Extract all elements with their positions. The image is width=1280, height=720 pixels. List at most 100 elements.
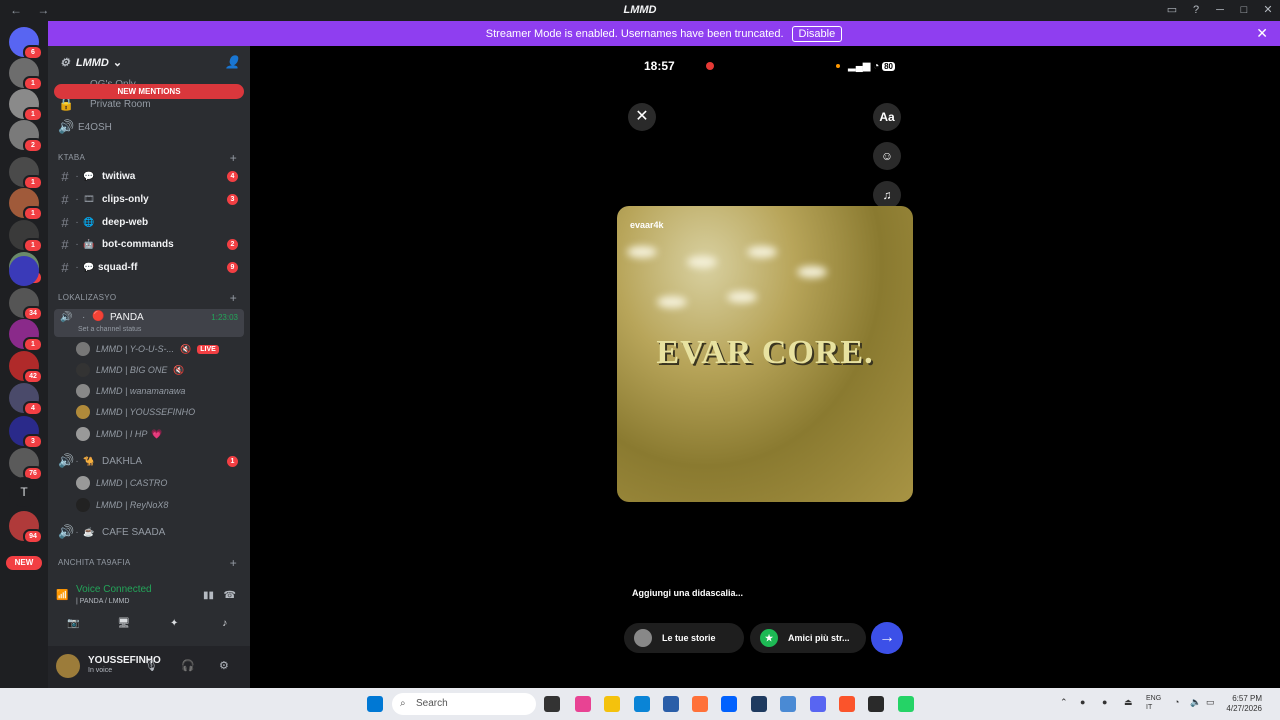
server-settings-icon: ⚙ [60, 57, 70, 69]
close-icon[interactable]: ✕ [628, 103, 656, 131]
send-arrow-button[interactable]: → [871, 622, 903, 654]
caption-input[interactable]: Aggiungi una didascalia... [632, 588, 743, 598]
app-icon[interactable] [751, 696, 767, 712]
server-icon[interactable]: 1 [9, 220, 43, 253]
voice-location[interactable]: | PANDA / LMMD [76, 598, 129, 605]
tray-app-icon[interactable]: ● [1102, 697, 1107, 707]
channel-deep-web[interactable]: # · 🌐 deep-web [54, 212, 244, 232]
voice-member[interactable]: LMMD | I HP 💗 [76, 424, 244, 444]
activities-icon[interactable]: ✦ [154, 614, 195, 634]
category-ktaba[interactable]: KTABA + [58, 151, 243, 165]
edge-icon[interactable] [634, 696, 650, 712]
server-icon[interactable]: 34 [9, 288, 43, 321]
server-icon[interactable]: 1 [9, 188, 43, 221]
discord-icon[interactable] [810, 696, 826, 712]
voice-member[interactable]: LMMD | CASTRO [76, 473, 244, 493]
server-icon[interactable]: 76 [9, 448, 43, 481]
channel-bot-commands[interactable]: # · 🤖 bot-commands 2 [54, 234, 244, 254]
help-icon[interactable]: ? [1184, 0, 1208, 21]
text-server-icon[interactable]: T [9, 477, 39, 507]
channel-clips-only[interactable]: # · 🎞 clips-only 3 [54, 189, 244, 209]
maximize-icon[interactable]: □ [1232, 0, 1256, 21]
close-banner-icon[interactable]: ✕ [1256, 25, 1268, 42]
invite-icon[interactable]: 👤 [225, 55, 240, 69]
disconnect-icon[interactable]: ☎ [224, 590, 236, 601]
add-channel-icon[interactable]: + [230, 556, 237, 570]
language-indicator[interactable]: ENG IT [1146, 694, 1161, 712]
whatsapp-icon[interactable] [898, 696, 914, 712]
server-icon[interactable]: 42 [9, 351, 43, 384]
chevron-up-icon[interactable]: ⌃ [1060, 697, 1068, 708]
text-tool-button[interactable]: Aa [873, 103, 901, 131]
usb-icon[interactable]: ⏏ [1124, 697, 1133, 708]
voice-channel-cafe-saada[interactable]: 🔊 · ☕ CAFE SAADA [54, 522, 244, 542]
brave-icon[interactable] [839, 696, 855, 712]
noise-suppression-icon[interactable]: ▮▮ [203, 590, 214, 601]
music-note-icon[interactable]: ♫ [873, 181, 901, 209]
disable-streamer-button[interactable]: Disable [791, 25, 843, 42]
channel-squad-ff[interactable]: # · 💬 squad-ff 9 [54, 257, 244, 277]
channel-e4osh[interactable]: 🔊 E4OSH [54, 117, 244, 137]
battery-icon[interactable]: ▭ [1206, 697, 1215, 708]
server-icon[interactable]: 4 [9, 383, 43, 416]
server-icon[interactable]: 3 [9, 416, 43, 449]
volume-icon[interactable]: 🔈 [1190, 697, 1201, 708]
new-unreads-pill[interactable]: NEW [6, 556, 42, 570]
minimize-icon[interactable]: ─ [1208, 0, 1232, 21]
server-icon[interactable]: 2 [9, 120, 43, 153]
server-icon[interactable]: 1 [9, 319, 43, 352]
app-icon[interactable] [868, 696, 884, 712]
task-view-icon[interactable] [544, 696, 560, 712]
add-channel-icon[interactable]: + [230, 151, 237, 165]
taskbar-search[interactable]: ⌕ Search [392, 693, 536, 715]
server-icon[interactable]: 1 [9, 89, 43, 122]
new-mentions-bar[interactable]: NEW MENTIONS [54, 84, 244, 99]
voice-member[interactable]: LMMD | wanamanawa [76, 381, 244, 401]
voice-channel-dakhla[interactable]: 🔊 · 🐪 DAKHLA 1 [54, 451, 244, 471]
server-badge: 1 [23, 337, 43, 352]
file-explorer-icon[interactable] [604, 696, 620, 712]
screen-share-icon[interactable]: 🖥 [103, 614, 144, 634]
channel-twitiwa[interactable]: # · 💬 twitiwa 4 [54, 166, 244, 186]
close-friends-button[interactable]: ★ Amici più str... [750, 623, 866, 653]
copilot-icon[interactable] [575, 696, 591, 712]
your-stories-button[interactable]: Le tue storie [624, 623, 744, 653]
gear-icon[interactable]: ⚙ [219, 659, 229, 672]
firefox-icon[interactable] [692, 696, 708, 712]
film-icon: 🎞 [83, 194, 95, 204]
voice-member[interactable]: LMMD | Y-O-U-S-... 🔇 LIVE [76, 339, 244, 359]
server-icon[interactable] [9, 256, 39, 286]
voice-member[interactable]: LMMD | ReyNoX8 [76, 495, 244, 515]
taskbar-clock[interactable]: 6:57 PM 4/27/2026 [1226, 694, 1262, 714]
close-window-icon[interactable]: ✕ [1256, 0, 1280, 21]
channel-name: Private Room [90, 98, 151, 110]
vscode-icon[interactable] [780, 696, 796, 712]
channel-name: bot-commands [102, 238, 174, 250]
voice-member[interactable]: LMMD | YOUSSEFINHO [76, 402, 244, 422]
avatar[interactable] [56, 654, 80, 678]
voice-member[interactable]: LMMD | BIG ONE 🔇 [76, 360, 244, 380]
camera-off-icon[interactable]: 📷 [53, 614, 94, 634]
soundboard-icon[interactable]: ♪ [204, 614, 245, 634]
discord-home-icon[interactable]: 6 [9, 27, 43, 60]
server-icon[interactable]: 1 [9, 157, 43, 190]
story-media[interactable]: evaar4k EVAR CORE. [617, 206, 913, 502]
store-icon[interactable] [663, 696, 679, 712]
wifi-icon[interactable]: ◔ [1174, 697, 1179, 707]
inbox-icon[interactable]: ▭ [1160, 0, 1184, 21]
voice-connected-label[interactable]: Voice Connected [76, 584, 152, 595]
connection-icon[interactable]: 📶 [56, 590, 68, 601]
add-channel-icon[interactable]: + [230, 291, 237, 305]
dropbox-icon[interactable] [721, 696, 737, 712]
category-anchita[interactable]: ANCHITA TA9AFIA + [58, 556, 243, 570]
sticker-icon[interactable]: ☺ [873, 142, 901, 170]
microphone-icon[interactable]: 🎙 [144, 659, 158, 672]
channel-status[interactable]: Set a channel status [78, 326, 141, 333]
headphones-icon[interactable]: 🎧 [181, 659, 195, 672]
windows-start-icon[interactable] [367, 696, 383, 712]
voice-channel-panda[interactable]: 🔊 · 🔴 PANDA 1:23:03 Set a channel status [54, 309, 244, 337]
server-icon[interactable]: 1 [9, 58, 43, 91]
tray-app-icon[interactable]: ● [1080, 697, 1085, 707]
category-lokalizasyo[interactable]: LOKALIZASYO + [58, 291, 243, 305]
server-icon[interactable]: 94 [9, 511, 43, 544]
